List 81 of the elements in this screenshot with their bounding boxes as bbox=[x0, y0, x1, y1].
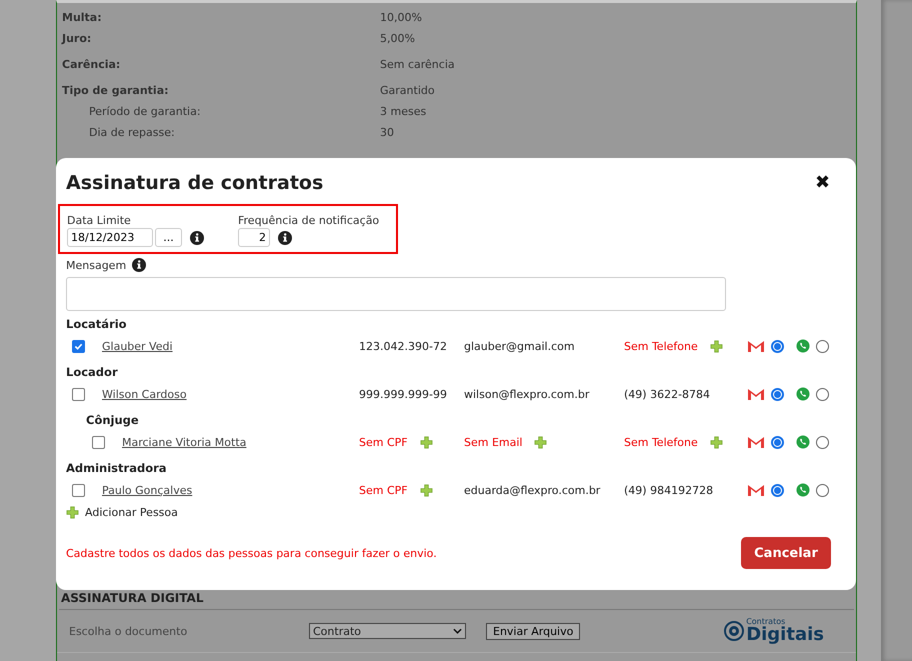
detail-label: Carência: bbox=[62, 57, 122, 73]
detail-value: 10,00% bbox=[380, 10, 423, 26]
email-text: wilson@flexpro.com.br bbox=[464, 388, 590, 400]
chat-phone-icon bbox=[796, 387, 810, 401]
info-icon[interactable] bbox=[278, 230, 292, 244]
mail-icon bbox=[747, 339, 765, 353]
cpf-text: 999.999.999-99 bbox=[359, 388, 447, 400]
cpf-text: Sem CPF bbox=[359, 484, 408, 496]
add-person-link[interactable]: Adicionar Pessoa bbox=[85, 506, 178, 518]
chat-phone-icon bbox=[796, 483, 810, 497]
cancel-button[interactable]: Cancelar bbox=[741, 537, 831, 569]
detail-label: Período de garantia: bbox=[88, 104, 202, 120]
detail-label: Tipo de garantia: bbox=[62, 83, 170, 99]
radio-button[interactable] bbox=[816, 388, 829, 400]
person-link[interactable]: Paulo Gonçalves bbox=[102, 484, 192, 496]
info-icon[interactable] bbox=[132, 258, 146, 272]
message-field[interactable] bbox=[66, 277, 726, 311]
cpf-text: Sem CPF bbox=[359, 436, 408, 448]
caret-icon bbox=[453, 628, 462, 634]
radio-button[interactable] bbox=[816, 484, 829, 496]
phone-text: (49) 984192728 bbox=[624, 484, 714, 496]
email-text: eduarda@flexpro.com.br bbox=[464, 484, 600, 496]
checkbox[interactable] bbox=[92, 436, 105, 448]
detail-value: 3 meses bbox=[380, 104, 428, 120]
section-title: ASSINATURA DIGITAL bbox=[59, 591, 854, 610]
checkbox[interactable] bbox=[72, 484, 85, 496]
dialog-title: Assinatura de contratos bbox=[66, 172, 324, 194]
phone-text: Sem Telefone bbox=[624, 436, 698, 448]
mail-icon bbox=[747, 483, 765, 497]
radio-button[interactable] bbox=[816, 436, 829, 448]
group-title: Cônjuge bbox=[85, 413, 140, 429]
detail-label: Dia de repasse: bbox=[88, 125, 176, 141]
send-file-button[interactable]: Enviar Arquivo bbox=[486, 622, 580, 640]
radio-button[interactable] bbox=[771, 436, 784, 448]
group-title: Administradora bbox=[66, 461, 168, 477]
mail-icon bbox=[747, 435, 765, 449]
document-select[interactable]: Contrato bbox=[309, 623, 466, 639]
detail-value: 30 bbox=[380, 125, 395, 141]
group-title: Locatário bbox=[66, 317, 128, 333]
radio-button[interactable] bbox=[771, 388, 784, 400]
person-link[interactable]: Wilson Cardoso bbox=[102, 388, 187, 400]
person-link[interactable]: Glauber Vedi bbox=[102, 340, 173, 352]
logo-caption: Contratos bbox=[746, 618, 786, 626]
phone-text: (49) 3622-8784 bbox=[624, 388, 710, 400]
date-field[interactable]: 18/12/2023 bbox=[67, 228, 153, 247]
add-icon[interactable] bbox=[420, 436, 433, 448]
add-icon[interactable] bbox=[534, 436, 548, 448]
email-text: glauber@gmail.com bbox=[464, 340, 575, 352]
mail-icon bbox=[747, 387, 765, 401]
phone-text: Sem Telefone bbox=[624, 340, 698, 352]
info-icon[interactable] bbox=[190, 230, 204, 244]
radio-button[interactable] bbox=[816, 340, 829, 352]
radio-button[interactable] bbox=[771, 340, 784, 352]
checkbox[interactable] bbox=[72, 388, 85, 400]
detail-label: Multa: bbox=[62, 10, 103, 26]
field-label: Mensagem bbox=[66, 258, 126, 272]
detail-value: Sem carência bbox=[380, 57, 456, 73]
field-label: Data Limite bbox=[67, 214, 132, 227]
cpf-text: 123.042.390-72 bbox=[359, 340, 447, 352]
person-link[interactable]: Marciane Vitoria Motta bbox=[122, 436, 246, 448]
close-button[interactable]: ✖ bbox=[815, 171, 846, 193]
add-icon[interactable] bbox=[420, 484, 433, 496]
logo-icon bbox=[724, 621, 744, 641]
field-label: Frequência de notificação bbox=[238, 214, 380, 227]
add-icon[interactable] bbox=[66, 506, 79, 518]
group-title: Locador bbox=[66, 365, 119, 381]
email-text: Sem Email bbox=[464, 436, 522, 448]
warning-text: Cadastre todos os dados das pessoas para conseguir fazer o envio. bbox=[66, 546, 437, 560]
add-icon[interactable] bbox=[710, 436, 723, 448]
field-label: Escolha o documento bbox=[69, 624, 188, 638]
detail-value: 5,00% bbox=[380, 31, 416, 47]
detail-value: Garantido bbox=[380, 83, 436, 99]
detail-label: Juro: bbox=[62, 31, 92, 47]
chat-phone-icon bbox=[796, 339, 810, 353]
add-icon[interactable] bbox=[710, 340, 723, 352]
logo-text: Digitais bbox=[746, 626, 824, 644]
date-picker-button[interactable]: ... bbox=[155, 228, 182, 247]
chat-phone-icon bbox=[796, 435, 810, 449]
frequency-field[interactable]: 2 bbox=[238, 228, 270, 247]
checkbox[interactable] bbox=[72, 340, 85, 352]
radio-button[interactable] bbox=[771, 484, 784, 496]
